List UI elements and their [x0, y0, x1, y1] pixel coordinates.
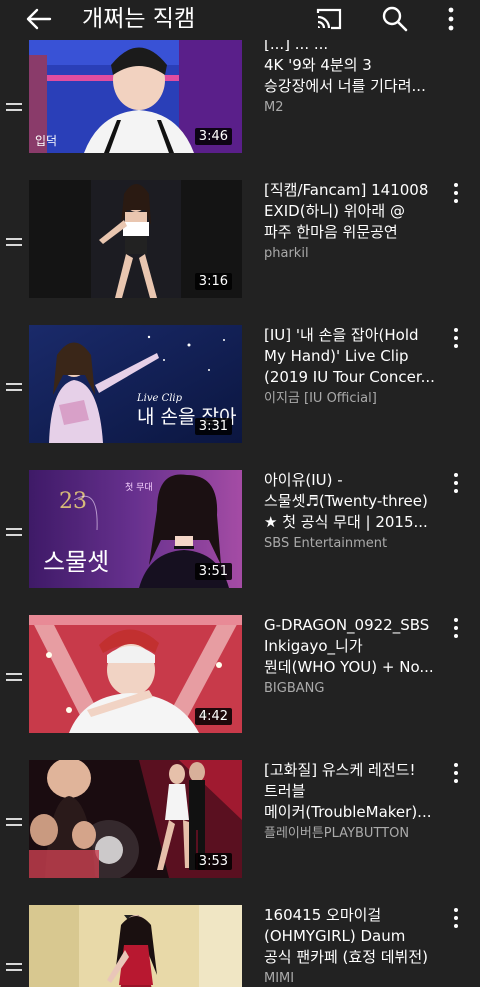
- video-title[interactable]: [고화질] 유스케 레전드! 트러블 메이커(TroubleMaker)...: [264, 760, 444, 823]
- drag-handle-icon[interactable]: [6, 238, 22, 246]
- playlist-item[interactable]: Live Clip 내 손을 잡아 3:31 [IU] '내 손을 잡아(Hol…: [0, 300, 480, 445]
- thumbnail-caption-small: 첫 무대: [125, 482, 153, 493]
- channel-name: pharkil: [264, 246, 309, 261]
- svg-text:23: 23: [59, 489, 87, 514]
- playlist-item[interactable]: 3:16 [직캠/Fancam] 141008 EXID(하니) 위아래 @ 파…: [0, 155, 480, 300]
- video-thumbnail[interactable]: [29, 905, 242, 987]
- video-title[interactable]: [직캠/Fancam] 141008 EXID(하니) 위아래 @ 파주 한마음…: [264, 180, 444, 243]
- title-line: ★ 첫 공식 무대 | 2015...: [264, 513, 428, 531]
- title-line: 160415 오마이걸: [264, 906, 382, 924]
- drag-handle-icon[interactable]: [6, 383, 22, 391]
- video-title[interactable]: 아이유(IU) - 스물셋♬(Twenty-three) ★ 첫 공식 무대 |…: [264, 470, 444, 533]
- title-line: [직캠/Fancam] 141008: [264, 181, 429, 199]
- title-line: 승강장에서 너를 기다려...: [264, 77, 426, 95]
- drag-handle-icon[interactable]: [6, 673, 22, 681]
- title-line: G-DRAGON_0922_SBS: [264, 616, 430, 634]
- duration-badge: 3:46: [194, 128, 232, 145]
- drag-handle-icon[interactable]: [6, 963, 22, 971]
- item-more-options-icon[interactable]: [446, 762, 466, 784]
- video-title[interactable]: [...] ... ... 4K '9와 4분의 3 승강장에서 너를 기다려.…: [264, 40, 444, 97]
- playlist-item[interactable]: 입덕 3:46 [...] ... ... 4K '9와 4분의 3 승강장에서…: [0, 40, 480, 155]
- title-line: EXID(하니) 위아래 @: [264, 202, 405, 220]
- title-line: (2019 IU Tour Concer...: [264, 368, 435, 386]
- duration-badge: 3:53: [194, 853, 232, 870]
- channel-name: 이지금 [IU Official]: [264, 391, 377, 406]
- title-line: (OHMYGIRL) Daum: [264, 927, 406, 945]
- playlist-item[interactable]: 160415 오마이걸 (OHMYGIRL) Daum 공식 팬카페 (효정 데…: [0, 880, 480, 987]
- video-thumbnail[interactable]: 3:16: [29, 180, 242, 298]
- thumbnail-caption-small: Live Clip: [136, 393, 183, 404]
- channel-name: MIMI: [264, 971, 295, 986]
- video-title[interactable]: 160415 오마이걸 (OHMYGIRL) Daum 공식 팬카페 (효정 데…: [264, 905, 444, 968]
- title-line: [고화질] 유스케 레전드!: [264, 761, 416, 779]
- playlist-item[interactable]: 23 첫 무대 스물셋 3:51 아이유(IU) - 스물셋♬(Twenty-t…: [0, 445, 480, 590]
- title-line: 메이커(TroubleMaker)...: [264, 803, 432, 821]
- video-title[interactable]: [IU] '내 손을 잡아(Hold My Hand)' Live Clip (…: [264, 325, 444, 388]
- title-line: Inkigayo_니가: [264, 637, 363, 655]
- video-thumbnail[interactable]: Live Clip 내 손을 잡아 3:31: [29, 325, 242, 443]
- duration-badge: 3:31: [194, 418, 232, 435]
- item-more-options-icon[interactable]: [446, 182, 466, 204]
- title-line: 4K '9와 4분의 3: [264, 56, 372, 74]
- video-thumbnail[interactable]: 3:53: [29, 760, 242, 878]
- title-line: 트러블: [264, 782, 306, 800]
- duration-badge: 3:51: [194, 563, 232, 580]
- playlist-item[interactable]: 3:53 [고화질] 유스케 레전드! 트러블 메이커(TroubleMaker…: [0, 735, 480, 880]
- playlist-item[interactable]: 4:42 G-DRAGON_0922_SBS Inkigayo_니가 뭔데(WH…: [0, 590, 480, 735]
- search-icon[interactable]: [380, 4, 410, 34]
- playlist-title: 개쩌는 직캠: [82, 6, 196, 32]
- title-line: 파주 한마음 위문공연: [264, 223, 398, 241]
- duration-badge: 4:42: [194, 708, 232, 725]
- title-line: [...] ... ...: [264, 40, 329, 53]
- item-more-options-icon[interactable]: [446, 907, 466, 929]
- video-thumbnail[interactable]: 4:42: [29, 615, 242, 733]
- title-line: [IU] '내 손을 잡아(Hold: [264, 326, 419, 344]
- duration-badge: 3:16: [194, 273, 232, 290]
- item-more-options-icon[interactable]: [446, 327, 466, 349]
- drag-handle-icon[interactable]: [6, 818, 22, 826]
- title-line: 공식 팬카페 (효정 데뷔전): [264, 948, 429, 966]
- item-more-options-icon[interactable]: [446, 617, 466, 639]
- drag-handle-icon[interactable]: [6, 103, 22, 111]
- drag-handle-icon[interactable]: [6, 528, 22, 536]
- top-app-bar: 개쩌는 직캠: [0, 0, 480, 40]
- channel-name: 플레이버튼PLAYBUTTON: [264, 826, 410, 841]
- title-line: 아이유(IU) -: [264, 471, 343, 489]
- thumbnail-caption: 스물셋: [43, 548, 109, 576]
- channel-name: BIGBANG: [264, 681, 325, 696]
- video-title[interactable]: G-DRAGON_0922_SBS Inkigayo_니가 뭔데(WHO YOU…: [264, 615, 444, 678]
- playlist-video-list: 입덕 3:46 [...] ... ... 4K '9와 4분의 3 승강장에서…: [0, 40, 480, 987]
- title-line: My Hand)' Live Clip: [264, 347, 409, 365]
- more-options-icon[interactable]: [436, 4, 466, 34]
- svg-text:입덕: 입덕: [35, 134, 57, 148]
- channel-name: SBS Entertainment: [264, 536, 388, 551]
- video-thumbnail[interactable]: 입덕 3:46: [29, 40, 242, 153]
- cast-icon[interactable]: [314, 4, 344, 34]
- item-more-options-icon[interactable]: [446, 472, 466, 494]
- title-line: 뭔데(WHO YOU) + No...: [264, 658, 434, 676]
- title-line: 스물셋♬(Twenty-three): [264, 492, 428, 510]
- video-thumbnail[interactable]: 23 첫 무대 스물셋 3:51: [29, 470, 242, 588]
- channel-name: M2: [264, 100, 284, 115]
- back-arrow-icon[interactable]: [24, 4, 54, 34]
